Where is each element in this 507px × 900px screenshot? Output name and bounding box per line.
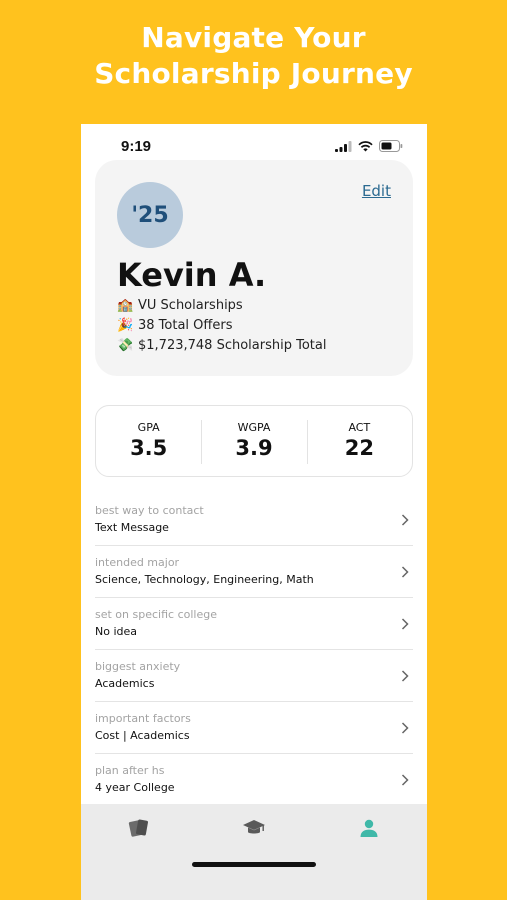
phone-screen: 9:19 '25 Edit Kevin A. 🏫 VU Scholarships… [81, 124, 427, 900]
battery-icon [379, 140, 403, 152]
status-bar: 9:19 [81, 124, 427, 164]
detail-value: No idea [95, 625, 138, 638]
academic-metrics: GPA 3.5 WGPA 3.9 ACT 22 [95, 405, 413, 477]
metric-wgpa: WGPA 3.9 [201, 406, 306, 476]
profile-details-list: best way to contact Text Message intende… [95, 494, 413, 806]
chevron-right-icon [401, 514, 409, 526]
detail-row-contact[interactable]: best way to contact Text Message [95, 494, 413, 546]
headline: Navigate Your Scholarship Journey [0, 20, 507, 92]
status-icons [335, 140, 403, 152]
chevron-right-icon [401, 566, 409, 578]
metric-wgpa-value: 3.9 [235, 436, 273, 460]
school-building-icon: 🏫 [117, 298, 134, 313]
metric-act-label: ACT [348, 421, 371, 434]
cards-icon[interactable] [127, 816, 151, 840]
profile-card: '25 Edit Kevin A. 🏫 VU Scholarships 🎉 38… [95, 160, 413, 376]
detail-row-factors[interactable]: important factors Cost | Academics [95, 702, 413, 754]
metric-act-value: 22 [344, 436, 374, 460]
profile-name: Kevin A. [117, 256, 267, 294]
party-popper-icon: 🎉 [117, 318, 134, 333]
stat-scholarship-total-text: $1,723,748 Scholarship Total [138, 338, 327, 353]
detail-label: plan after hs [95, 764, 165, 777]
metric-gpa: GPA 3.5 [96, 406, 201, 476]
detail-label: best way to contact [95, 504, 204, 517]
detail-value: Text Message [95, 521, 169, 534]
profile-icon[interactable] [357, 816, 381, 840]
headline-line-1: Navigate Your [141, 21, 366, 54]
detail-value: Academics [95, 677, 155, 690]
detail-row-college[interactable]: set on specific college No idea [95, 598, 413, 650]
stat-scholarship-total: 💸 $1,723,748 Scholarship Total [117, 338, 326, 353]
graduation-cap-icon[interactable] [242, 816, 266, 840]
detail-label: important factors [95, 712, 191, 725]
metric-act: ACT 22 [306, 406, 412, 476]
chevron-right-icon [401, 670, 409, 682]
detail-label: intended major [95, 556, 180, 569]
headline-line-2: Scholarship Journey [94, 57, 413, 90]
detail-row-major[interactable]: intended major Science, Technology, Engi… [95, 546, 413, 598]
chevron-right-icon [401, 774, 409, 786]
detail-label: set on specific college [95, 608, 217, 621]
signal-icon [335, 140, 352, 152]
edit-profile-link[interactable]: Edit [362, 182, 391, 200]
chevron-right-icon [401, 618, 409, 630]
status-time: 9:19 [121, 138, 152, 155]
money-icon: 💸 [117, 338, 134, 353]
detail-row-anxiety[interactable]: biggest anxiety Academics [95, 650, 413, 702]
detail-row-plan[interactable]: plan after hs 4 year College [95, 754, 413, 806]
home-indicator [192, 862, 316, 867]
stat-scholarships-text: VU Scholarships [138, 298, 243, 313]
stat-offers-text: 38 Total Offers [138, 318, 233, 333]
chevron-right-icon [401, 722, 409, 734]
stat-offers: 🎉 38 Total Offers [117, 318, 232, 333]
class-year-avatar: '25 [117, 182, 183, 248]
metric-wgpa-label: WGPA [237, 421, 271, 434]
tab-bar [81, 804, 427, 900]
detail-value: Science, Technology, Engineering, Math [95, 573, 314, 586]
stat-scholarships: 🏫 VU Scholarships [117, 298, 243, 313]
detail-value: 4 year College [95, 781, 175, 794]
metric-gpa-value: 3.5 [130, 436, 168, 460]
wifi-icon [358, 140, 373, 151]
detail-value: Cost | Academics [95, 729, 190, 742]
metric-gpa-label: GPA [137, 421, 160, 434]
detail-label: biggest anxiety [95, 660, 181, 673]
